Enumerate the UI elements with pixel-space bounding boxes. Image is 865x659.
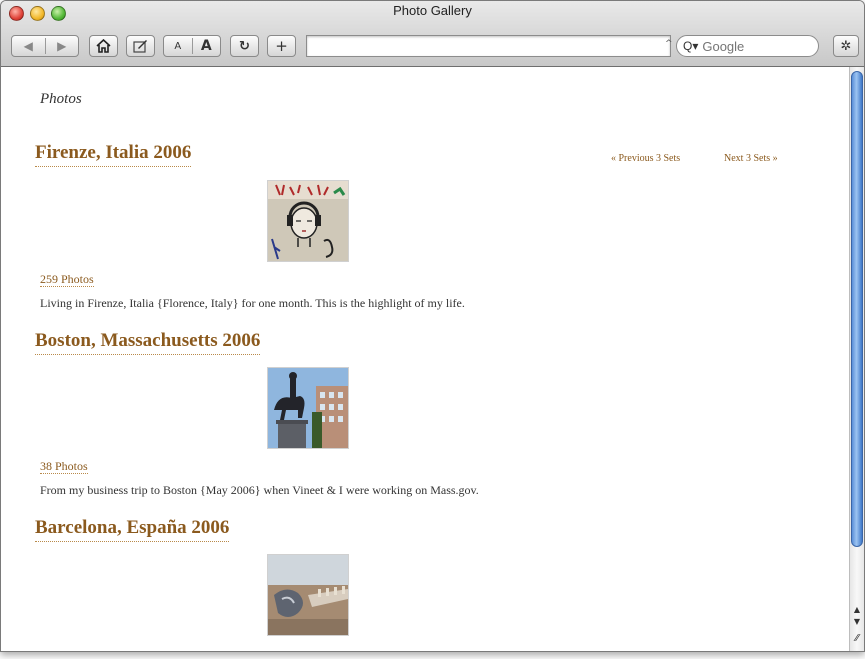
resize-grip-icon[interactable]: ⁄⁄ [850,633,864,645]
browser-window: Photo Gallery ◀ ▶ A A ↻ + ^ Q▾ ✲ [0,0,865,652]
forward-arrow-icon[interactable]: ▶ [46,39,79,53]
bug-icon: ✲ [840,38,852,54]
page-title: Photos [40,91,82,107]
scroll-thumb[interactable] [851,71,863,547]
reload-button[interactable]: ↻ [230,35,259,57]
text-smaller-button[interactable]: A [164,41,192,52]
set-thumbnail-boston[interactable] [267,367,349,449]
set-title-boston[interactable]: Boston, Massachusetts 2006 [35,330,261,355]
set-title-barcelona[interactable]: Barcelona, España 2006 [35,517,230,542]
barcelona-photo [268,555,348,635]
boston-statue-photo [268,368,348,448]
window-title: Photo Gallery [393,3,472,18]
text-bigger-button[interactable]: A [193,38,221,54]
scroll-down-icon[interactable]: ▼ [850,617,864,629]
text-size-control: A A [163,35,221,57]
address-field[interactable] [306,35,671,57]
bug-report-button[interactable]: ✲ [833,35,859,57]
set-title-firenze[interactable]: Firenze, Italia 2006 [35,142,192,167]
next-sets-link[interactable]: Next 3 Sets » [724,153,778,164]
search-icon[interactable]: Q▾ [683,39,698,53]
set-description-boston: From my business trip to Boston {May 200… [40,483,479,497]
edit-icon [133,40,147,53]
plus-icon: + [275,37,288,55]
search-field[interactable]: Q▾ [676,35,819,57]
photo-count-boston[interactable]: 38 Photos [40,459,88,474]
back-forward-control: ◀ ▶ [11,35,79,57]
previous-sets-link[interactable]: « Previous 3 Sets [611,153,680,164]
photo-count-firenze[interactable]: 259 Photos [40,272,94,287]
add-bookmark-button[interactable]: + [267,35,296,57]
title-bar: Photo Gallery ◀ ▶ A A ↻ + ^ Q▾ ✲ [1,1,864,67]
scroll-up-icon[interactable]: ▲ [850,605,864,617]
page-content: Photos Firenze, Italia 2006 « Previous 3… [1,67,849,651]
set-thumbnail-firenze[interactable] [267,180,349,262]
vertical-scrollbar[interactable]: ▲ ▼ ⁄⁄ [849,67,864,651]
address-dropdown-icon[interactable]: ^ [665,39,673,49]
edit-button[interactable] [126,35,155,57]
back-arrow-icon[interactable]: ◀ [12,39,45,53]
home-button[interactable] [89,35,118,57]
set-description-firenze: Living in Firenze, Italia {Florence, Ita… [40,296,465,310]
set-thumbnail-barcelona[interactable] [267,554,349,636]
reload-icon: ↻ [239,38,250,54]
home-icon [96,39,111,53]
graffiti-photo [268,181,348,261]
search-input[interactable] [700,37,805,55]
